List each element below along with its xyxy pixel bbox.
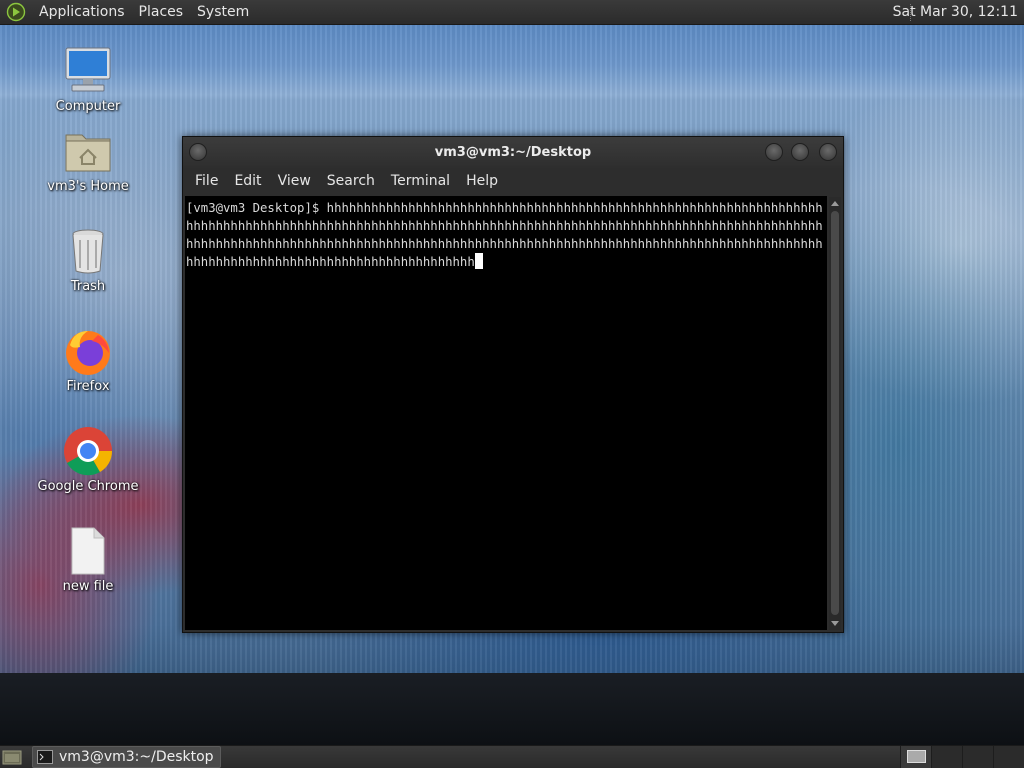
desktop-icon-firefox[interactable]: Firefox — [28, 325, 148, 394]
desktop-bottom-area — [0, 673, 1024, 745]
applications-menu[interactable]: Applications — [32, 4, 132, 20]
terminal-text: [vm3@vm3 Desktop]$ hhhhhhhhhhhhhhhhhhhhh… — [185, 196, 828, 271]
menu-file[interactable]: File — [187, 173, 226, 189]
terminal-icon — [37, 750, 53, 764]
workspace-4[interactable] — [993, 746, 1024, 768]
terminal-menubar: File Edit View Search Terminal Help — [183, 168, 843, 193]
taskbar-button-label: vm3@vm3:~/Desktop — [59, 749, 214, 765]
desktop-icon-chrome[interactable]: Google Chrome — [28, 425, 148, 494]
scrollbar[interactable] — [829, 197, 841, 630]
file-icon — [62, 525, 114, 577]
desktop-icon-new-file[interactable]: new file — [28, 525, 148, 594]
computer-icon — [62, 45, 114, 97]
scrollbar-thumb[interactable] — [831, 211, 839, 615]
scroll-down-arrow-icon[interactable] — [831, 621, 839, 626]
workspace-switcher[interactable] — [900, 746, 1024, 768]
menu-view[interactable]: View — [270, 173, 319, 189]
workspace-2[interactable] — [931, 746, 962, 768]
desktop-icon-label: Firefox — [66, 379, 110, 394]
workspace-window-preview — [907, 750, 926, 763]
top-panel: Applications Places System Sat Mar 30, 1… — [0, 0, 1024, 25]
trash-icon — [62, 225, 114, 277]
home-folder-icon — [62, 125, 114, 177]
system-menu[interactable]: System — [190, 4, 256, 20]
menu-help[interactable]: Help — [458, 173, 506, 189]
maximize-button[interactable] — [791, 143, 809, 161]
terminal-window[interactable]: vm3@vm3:~/Desktop File Edit View Search … — [182, 136, 844, 633]
workspace-1[interactable] — [900, 746, 931, 768]
chrome-icon — [62, 425, 114, 477]
desktop-icon-computer[interactable]: Computer — [28, 45, 148, 114]
show-desktop-icon[interactable] — [2, 748, 22, 766]
firefox-icon — [62, 325, 114, 377]
desktop-icon-label: vm3's Home — [47, 179, 129, 194]
scroll-up-arrow-icon[interactable] — [831, 201, 839, 206]
terminal-line: [vm3@vm3 Desktop]$ hhhhhhhhhhhhhhhhhhhhh… — [186, 201, 823, 269]
clock[interactable]: Sat Mar 30, 12:11 — [893, 4, 1018, 20]
text-cursor — [474, 253, 483, 269]
desktop-icon-trash[interactable]: Trash — [28, 225, 148, 294]
menu-search[interactable]: Search — [319, 173, 383, 189]
window-title: vm3@vm3:~/Desktop — [434, 145, 592, 160]
desktop-icon-label: new file — [62, 579, 114, 594]
distro-logo-icon[interactable] — [6, 2, 26, 22]
places-menu[interactable]: Places — [132, 4, 191, 20]
window-titlebar[interactable]: vm3@vm3:~/Desktop — [183, 137, 843, 168]
desktop-icon-label: Computer — [55, 99, 121, 114]
minimize-button[interactable] — [765, 143, 783, 161]
workspace-3[interactable] — [962, 746, 993, 768]
bottom-panel: vm3@vm3:~/Desktop — [0, 745, 1024, 768]
desktop-icon-home[interactable]: vm3's Home — [28, 125, 148, 194]
menu-edit[interactable]: Edit — [226, 173, 269, 189]
menu-terminal[interactable]: Terminal — [383, 173, 458, 189]
desktop-icon-label: Google Chrome — [37, 479, 139, 494]
close-button[interactable] — [819, 143, 837, 161]
desktop-icon-label: Trash — [70, 279, 106, 294]
taskbar-button-terminal[interactable]: vm3@vm3:~/Desktop — [32, 746, 221, 768]
terminal-output[interactable]: [vm3@vm3 Desktop]$ hhhhhhhhhhhhhhhhhhhhh… — [185, 196, 827, 630]
